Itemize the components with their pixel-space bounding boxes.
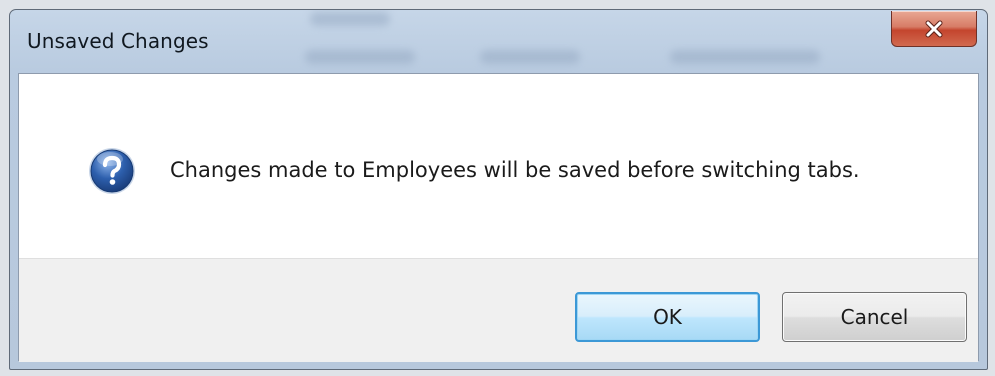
dialog-message: Changes made to Employees will be saved … [170, 158, 860, 182]
background-blur [310, 12, 390, 26]
button-bar: OK Cancel [19, 258, 978, 362]
background-blur [305, 50, 415, 64]
close-icon [925, 20, 943, 37]
ok-button[interactable]: OK [575, 292, 760, 342]
unsaved-changes-dialog: Unsaved Changes Changes made to Employee… [9, 9, 988, 370]
window-title: Unsaved Changes [27, 29, 209, 53]
cancel-button[interactable]: Cancel [782, 292, 967, 342]
question-icon [89, 148, 135, 194]
background-blur [670, 50, 820, 64]
message-area: Changes made to Employees will be saved … [19, 74, 978, 258]
dialog-client-area: Changes made to Employees will be saved … [18, 73, 979, 362]
close-button[interactable] [891, 11, 977, 47]
background-blur [480, 50, 580, 64]
